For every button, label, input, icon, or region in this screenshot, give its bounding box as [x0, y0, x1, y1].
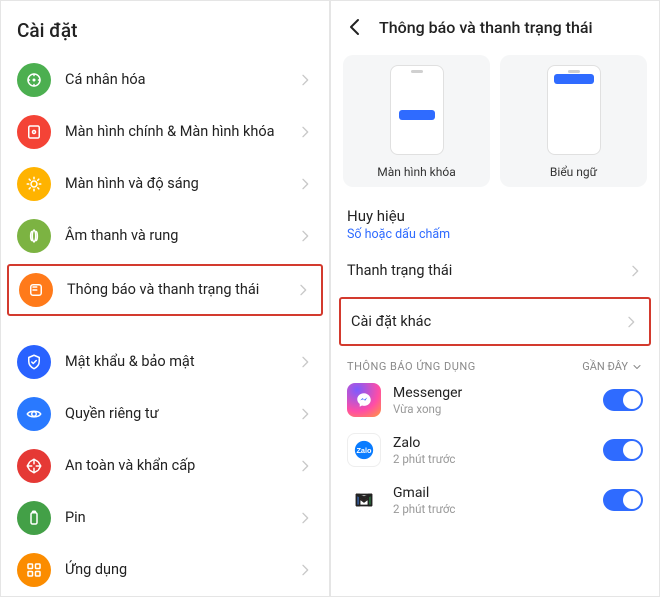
other-settings-row[interactable]: Cài đặt khác — [341, 299, 649, 344]
preview-lockscreen[interactable]: Màn hình khóa — [343, 55, 490, 187]
detail-body: Màn hình khóa Biểu ngữ Huy hiệu Số hoặc … — [331, 49, 659, 596]
app-toggle[interactable] — [603, 439, 643, 461]
settings-item-7[interactable]: Quyền riêng tư — [1, 388, 329, 440]
settings-item-label: Màn hình chính & Màn hình khóa — [65, 123, 297, 141]
brightness-icon — [17, 167, 51, 201]
preview-row: Màn hình khóa Biểu ngữ — [331, 49, 659, 195]
badge-subtext: Số hoặc dấu chấm — [347, 227, 450, 242]
apps-icon — [17, 553, 51, 587]
messenger-icon — [347, 383, 381, 417]
app-name: Gmail — [393, 485, 603, 501]
phone-mock-lock — [390, 65, 444, 155]
settings-item-label: Màn hình và độ sáng — [65, 175, 297, 193]
other-settings-label: Cài đặt khác — [351, 313, 431, 330]
notifications-panel: Thông báo và thanh trạng thái Màn hình k… — [330, 0, 660, 597]
apps-header: THÔNG BÁO ỨNG DỤNG GẦN ĐÂY — [331, 350, 659, 375]
chevron-right-icon — [297, 176, 313, 192]
personalize-icon — [17, 63, 51, 97]
chevron-right-icon — [297, 124, 313, 140]
app-subtext: Vừa xong — [393, 402, 603, 416]
chevron-right-icon — [297, 458, 313, 474]
badge-row[interactable]: Huy hiệu Số hoặc dấu chấm — [331, 195, 659, 248]
preview-banner-label: Biểu ngữ — [550, 165, 597, 179]
app-row-1[interactable]: ZaloZalo2 phút trước — [331, 425, 659, 475]
chevron-down-icon — [631, 361, 643, 373]
page-title: Cài đặt — [1, 1, 329, 54]
phone-mock-banner — [547, 65, 601, 155]
settings-item-label: Âm thanh và rung — [65, 227, 297, 245]
apps-sort-label: GẦN ĐÂY — [582, 360, 628, 373]
preview-banner[interactable]: Biểu ngữ — [500, 55, 647, 187]
apps-list: MessengerVừa xongZaloZalo2 phút trướcGma… — [331, 375, 659, 525]
svg-text:Zalo: Zalo — [356, 446, 372, 455]
settings-item-1[interactable]: Màn hình chính & Màn hình khóa — [1, 106, 329, 158]
chevron-right-icon — [297, 406, 313, 422]
settings-item-label: Ứng dụng — [65, 561, 297, 579]
privacy-icon — [17, 397, 51, 431]
sound-icon — [17, 219, 51, 253]
chevron-right-icon — [627, 263, 643, 279]
other-settings-highlight: Cài đặt khác — [339, 297, 651, 346]
app-info: Zalo2 phút trước — [393, 435, 603, 466]
settings-item-4[interactable]: Thông báo và thanh trạng thái — [7, 264, 323, 316]
badge-title: Huy hiệu — [347, 207, 405, 225]
chevron-right-icon — [297, 72, 313, 88]
preview-lockscreen-label: Màn hình khóa — [377, 165, 455, 179]
home-lock-icon — [17, 115, 51, 149]
settings-item-10[interactable]: Ứng dụng — [1, 544, 329, 596]
statusbar-label: Thanh trạng thái — [347, 262, 452, 279]
zalo-icon: Zalo — [347, 433, 381, 467]
back-button[interactable] — [343, 15, 367, 39]
settings-item-3[interactable]: Âm thanh và rung — [1, 210, 329, 262]
chevron-right-icon — [297, 354, 313, 370]
statusbar-row[interactable]: Thanh trạng thái — [331, 248, 659, 293]
settings-list: Cá nhân hóa Màn hình chính & Màn hình khó… — [1, 54, 329, 596]
app-toggle[interactable] — [603, 389, 643, 411]
app-name: Zalo — [393, 435, 603, 451]
chevron-right-icon — [297, 228, 313, 244]
settings-item-label: Cá nhân hóa — [65, 71, 297, 89]
chevron-right-icon — [297, 510, 313, 526]
security-icon — [17, 345, 51, 379]
settings-item-label: An toàn và khẩn cấp — [65, 457, 297, 475]
app-subtext: 2 phút trước — [393, 502, 603, 516]
app-subtext: 2 phút trước — [393, 452, 603, 466]
settings-item-8[interactable]: An toàn và khẩn cấp — [1, 440, 329, 492]
apps-sort-button[interactable]: GẦN ĐÂY — [582, 360, 643, 373]
app-row-2[interactable]: Gmail2 phút trước — [331, 475, 659, 525]
battery-icon — [17, 501, 51, 535]
app-info: Gmail2 phút trước — [393, 485, 603, 516]
settings-item-9[interactable]: Pin — [1, 492, 329, 544]
apps-section-heading: THÔNG BÁO ỨNG DỤNG — [347, 360, 476, 373]
detail-title: Thông báo và thanh trạng thái — [379, 18, 593, 37]
settings-item-2[interactable]: Màn hình và độ sáng — [1, 158, 329, 210]
settings-panel: Cài đặt Cá nhân hóa Màn hình chính & Màn … — [0, 0, 330, 597]
app-toggle[interactable] — [603, 489, 643, 511]
notification-icon — [19, 273, 53, 307]
emergency-icon — [17, 449, 51, 483]
chevron-right-icon — [295, 282, 311, 298]
detail-header: Thông báo và thanh trạng thái — [331, 1, 659, 49]
app-info: MessengerVừa xong — [393, 385, 603, 416]
chevron-right-icon — [297, 562, 313, 578]
settings-item-6[interactable]: Mật khẩu & bảo mật — [1, 336, 329, 388]
gmail-icon — [347, 483, 381, 517]
settings-item-label: Thông báo và thanh trạng thái — [67, 281, 295, 299]
settings-item-0[interactable]: Cá nhân hóa — [1, 54, 329, 106]
settings-item-label: Mật khẩu & bảo mật — [65, 353, 297, 371]
settings-item-label: Quyền riêng tư — [65, 405, 297, 423]
chevron-right-icon — [623, 314, 639, 330]
app-name: Messenger — [393, 385, 603, 401]
app-row-0[interactable]: MessengerVừa xong — [331, 375, 659, 425]
settings-item-label: Pin — [65, 509, 297, 527]
